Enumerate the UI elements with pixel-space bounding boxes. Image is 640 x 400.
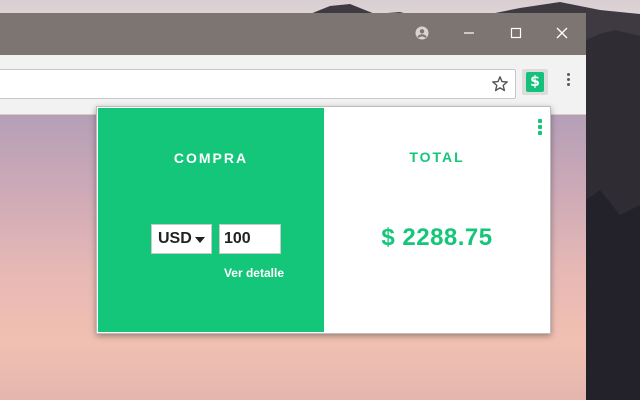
account-circle-icon[interactable] <box>410 21 434 45</box>
currency-value: USD <box>158 230 192 247</box>
kebab-menu-icon[interactable] <box>537 119 543 135</box>
maximize-icon[interactable] <box>504 21 528 45</box>
amount-input[interactable] <box>219 224 281 254</box>
purchase-title: COMPRA <box>173 150 249 166</box>
dollar-icon: $ <box>526 72 544 92</box>
kebab-menu-icon[interactable] <box>558 73 578 97</box>
extension-button[interactable]: $ <box>522 69 548 95</box>
total-title: TOTAL <box>409 149 465 165</box>
minimize-icon[interactable] <box>457 21 481 45</box>
chevron-down-icon <box>194 236 205 243</box>
currency-select[interactable]: USD <box>151 224 212 254</box>
total-value: $ 2288.75 <box>381 224 493 251</box>
close-icon[interactable] <box>550 21 574 45</box>
extension-popup: COMPRA USD Ver detalle TOTAL $ 2288.75 <box>96 106 551 334</box>
view-detail-link[interactable]: Ver detalle <box>214 266 284 280</box>
address-bar[interactable] <box>0 69 516 99</box>
purchase-panel: COMPRA USD Ver detalle <box>98 108 324 332</box>
title-bar <box>0 13 586 55</box>
star-icon[interactable] <box>491 75 509 93</box>
